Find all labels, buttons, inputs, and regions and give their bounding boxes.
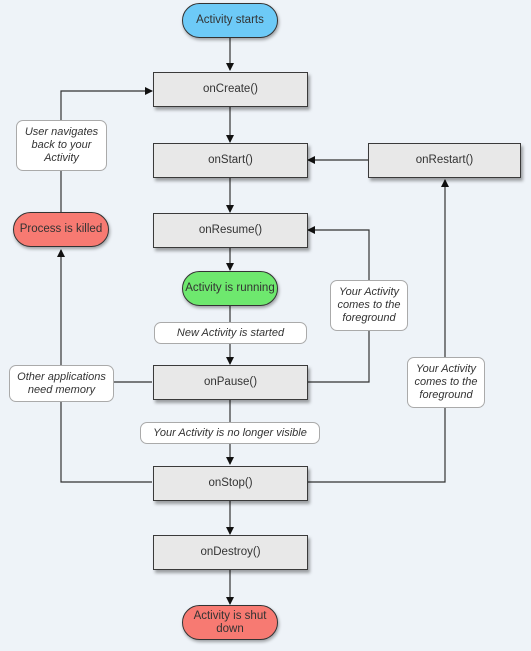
on-destroy-box: onDestroy() [153,535,308,570]
activity-starts-terminal: Activity starts [182,3,278,38]
on-restart-box: onRestart() [368,143,521,178]
on-stop-box: onStop() [153,466,308,501]
comes-to-foreground-note-2: Your Activity comes to the foreground [407,357,485,408]
on-resume-box: onResume() [153,213,308,248]
no-longer-visible-note: Your Activity is no longer visible [140,422,320,444]
process-killed-terminal: Process is killed [13,212,109,247]
comes-to-foreground-note-1: Your Activity comes to the foreground [330,280,408,331]
new-activity-started-note: New Activity is started [154,322,307,344]
activity-shut-down-terminal: Activity is shut down [182,605,278,640]
other-apps-need-memory-note: Other applications need memory [9,365,114,402]
on-start-box: onStart() [153,143,308,178]
edge-stop-restart [308,179,449,483]
on-pause-box: onPause() [153,365,308,400]
user-navigates-back-note: User navigates back to your Activity [16,120,107,171]
on-create-box: onCreate() [153,72,308,107]
activity-running-terminal: Activity is running [182,271,278,306]
